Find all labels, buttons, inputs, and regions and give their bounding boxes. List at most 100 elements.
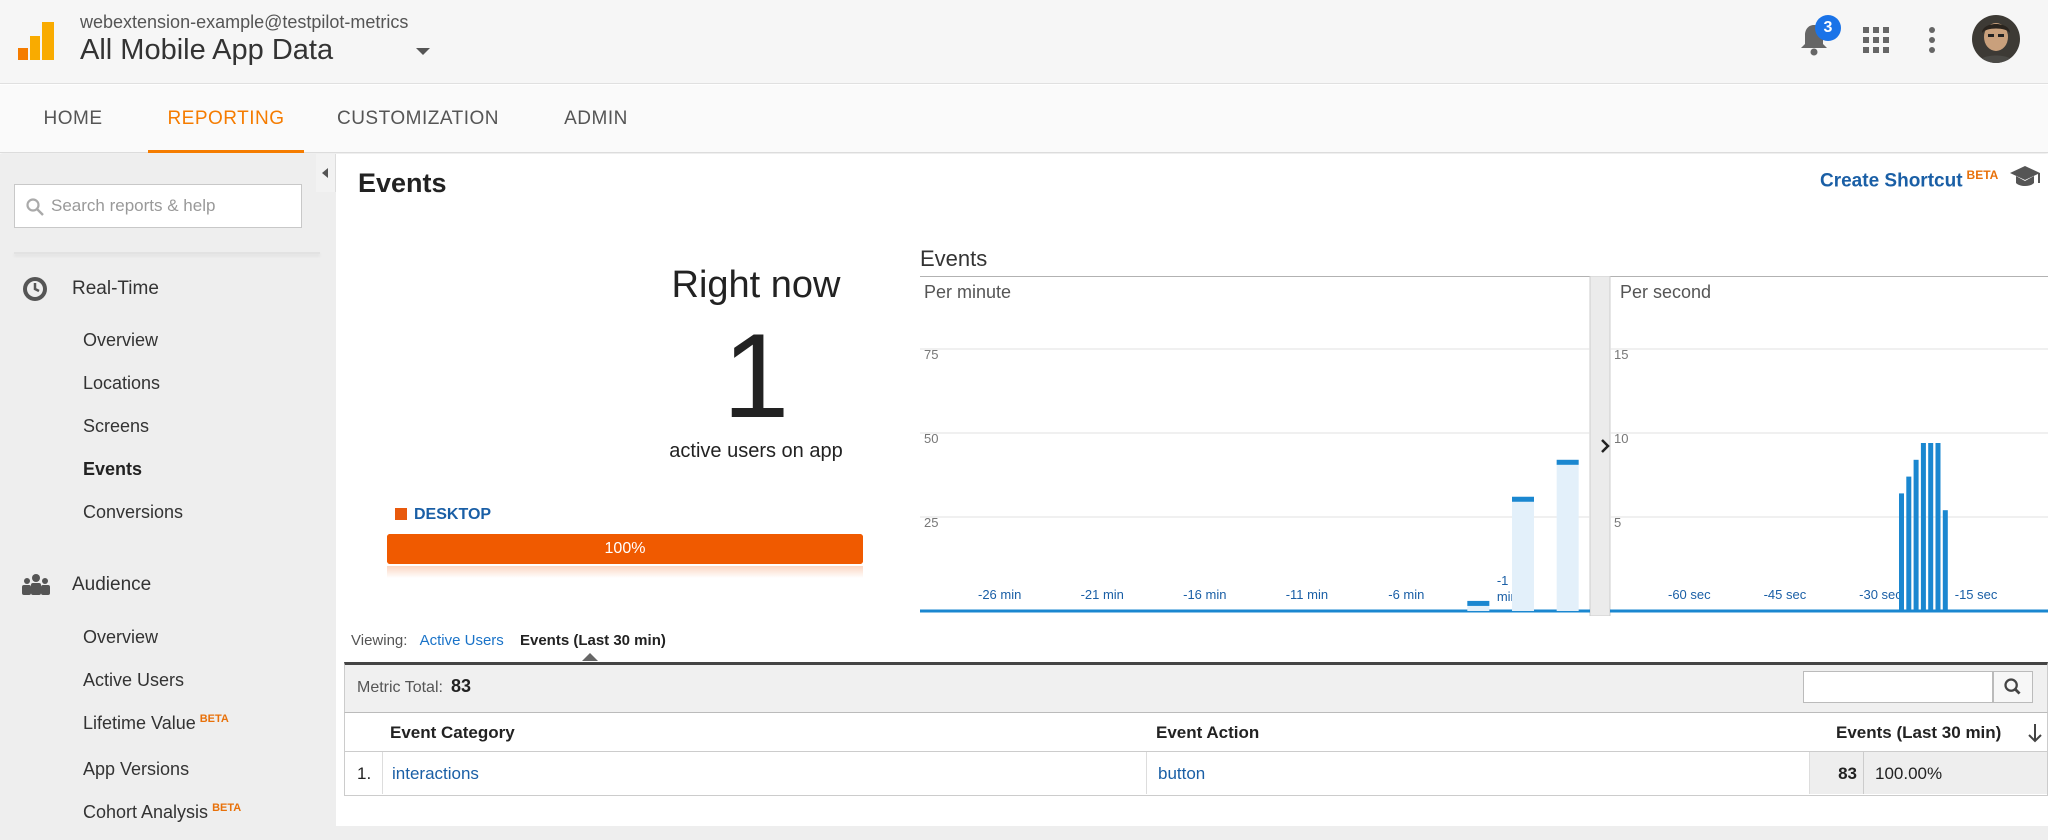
tab-customization[interactable]: CUSTOMIZATION (326, 85, 510, 153)
sidebar-item-label: Cohort Analysis (83, 802, 209, 822)
bar (1906, 476, 1912, 611)
beta-badge: BETA (1966, 168, 1999, 182)
sidebar-item-events[interactable]: Events (83, 459, 142, 480)
clock-icon (23, 277, 47, 301)
people-icon (22, 574, 50, 595)
bar (1556, 459, 1579, 465)
create-shortcut-link[interactable]: Create Shortcut BETA (1820, 168, 1998, 192)
bar (1467, 600, 1490, 606)
event-category-link[interactable]: interactions (392, 764, 479, 784)
search-icon (26, 198, 44, 216)
graduation-cap-icon[interactable] (2008, 164, 2042, 190)
bar (1935, 443, 1941, 611)
metric-total-label: Metric Total: (357, 679, 443, 696)
beta-badge: BETA (212, 802, 242, 814)
tab-home[interactable]: HOME (22, 85, 124, 153)
device-legend-swatch (395, 508, 407, 520)
device-bar-reflection (387, 566, 863, 578)
table-filter-button[interactable] (1993, 671, 2033, 703)
viewing-tab-events[interactable]: Events (Last 30 min) (520, 632, 666, 649)
table-row: 1. interactions button 83 100.00% (344, 752, 2048, 796)
per-minute-label: Per minute (924, 282, 1011, 302)
tab-admin[interactable]: ADMIN (540, 85, 652, 153)
top-navigation: HOME REPORTING CUSTOMIZATION ADMIN (0, 85, 2048, 153)
apps-grid-icon[interactable] (1862, 26, 1890, 54)
section-realtime-label: Real-Time (72, 278, 159, 299)
y-tick-label: 5 (1614, 515, 1621, 530)
x-tick-label: -60 sec (1668, 587, 1711, 602)
x-tick-label: -15 sec (1955, 587, 1998, 602)
sidebar-item-audience-overview[interactable]: Overview (83, 627, 158, 648)
column-events-count[interactable]: Events (Last 30 min) (1836, 723, 2001, 743)
y-tick-label: 10 (1614, 431, 1628, 446)
device-legend-label[interactable]: DESKTOP (414, 506, 491, 524)
chart-title: Events (920, 246, 988, 271)
caret-down-icon[interactable] (412, 40, 434, 62)
column-event-action[interactable]: Event Action (1156, 723, 1259, 743)
tab-reporting[interactable]: REPORTING (148, 85, 304, 153)
row-index: 1. (357, 764, 372, 783)
event-action-link[interactable]: button (1158, 764, 1205, 784)
search-icon (2004, 678, 2021, 695)
bar (1913, 459, 1919, 611)
y-tick-label: 15 (1614, 347, 1628, 362)
sidebar-item-conversions[interactable]: Conversions (83, 502, 183, 523)
device-share-percent: 100% (604, 540, 646, 557)
sidebar-item-screens[interactable]: Screens (83, 416, 149, 437)
metric-total-bar: Metric Total: 83 (344, 662, 2048, 712)
search-input[interactable] (51, 193, 291, 219)
sidebar-divider (14, 252, 320, 254)
bar-shadow (1512, 496, 1534, 611)
user-avatar[interactable] (1972, 15, 2020, 63)
column-event-category[interactable]: Event Category (390, 723, 515, 743)
bar (1928, 443, 1934, 611)
notification-count-badge: 3 (1815, 15, 1841, 41)
analytics-logo-icon[interactable] (18, 22, 56, 60)
sidebar-item-cohort-analysis[interactable]: Cohort Analysis BETA (83, 802, 241, 823)
app-header: webextension-example@testpilot-metrics A… (0, 0, 2048, 84)
sidebar: Real-Time Overview Locations Screens Eve… (0, 154, 336, 840)
cell-divider (1809, 752, 1810, 794)
sidebar-item-overview[interactable]: Overview (83, 330, 158, 351)
viewing-label: Viewing: (351, 632, 408, 649)
section-audience-label: Audience (72, 574, 152, 595)
events-percent-value: 100.00% (1875, 764, 1943, 783)
cell-divider (1863, 752, 1864, 794)
x-tick-label: -16 min (1183, 587, 1226, 602)
per-second-label: Per second (1620, 282, 1711, 302)
y-tick-label: 50 (924, 431, 938, 446)
x-tick-label: -6 min (1388, 587, 1424, 602)
sidebar-item-locations[interactable]: Locations (83, 373, 160, 394)
bar (1512, 496, 1534, 502)
section-realtime[interactable]: Real-Time (0, 268, 330, 308)
sidebar-collapse-toggle[interactable] (316, 154, 336, 192)
sidebar-item-label: Lifetime Value (83, 713, 196, 733)
report-search-box[interactable] (14, 184, 302, 228)
page-title: Events (358, 168, 447, 198)
per-minute-chart: 25 50 75 -26 min -21 min -16 min -11 min -6 min… (920, 347, 1590, 613)
sidebar-item-lifetime-value[interactable]: Lifetime Value BETA (83, 713, 229, 734)
sidebar-item-active-users[interactable]: Active Users (83, 670, 184, 691)
viewing-tab-active-users[interactable]: Active Users (420, 632, 504, 649)
cell-divider (1146, 752, 1147, 794)
sidebar-item-app-versions[interactable]: App Versions (83, 759, 189, 780)
section-audience[interactable]: Audience (0, 564, 330, 604)
y-tick-label: 25 (924, 515, 938, 530)
per-second-chart: 5 10 15 -60 sec -45 sec -30 sec -15 sec (1610, 347, 2048, 613)
beta-badge: BETA (199, 713, 229, 725)
more-options-icon[interactable] (1922, 24, 1942, 56)
metric-total-value: 83 (451, 676, 472, 696)
cell-divider (382, 752, 383, 794)
sort-descending-icon[interactable] (2027, 722, 2043, 744)
report-content: Events Create Shortcut BETA Right now 1 a… (336, 154, 2048, 826)
events-charts: Per minute Per second 25 50 75 -26 min -21 m… (920, 276, 2048, 616)
x-tick-label: -30 sec (1859, 587, 1902, 602)
table-header-row: Event Category Event Action Events (Last… (344, 712, 2048, 752)
table-filter-input[interactable] (1803, 671, 1993, 703)
y-tick-label: 75 (924, 347, 938, 362)
chevron-left-icon (322, 168, 328, 178)
active-users-count: 1 (722, 309, 790, 443)
property-selector[interactable]: All Mobile App Data (80, 34, 333, 67)
x-tick-label: -45 sec (1764, 587, 1807, 602)
right-now-label: Right now (671, 264, 841, 306)
